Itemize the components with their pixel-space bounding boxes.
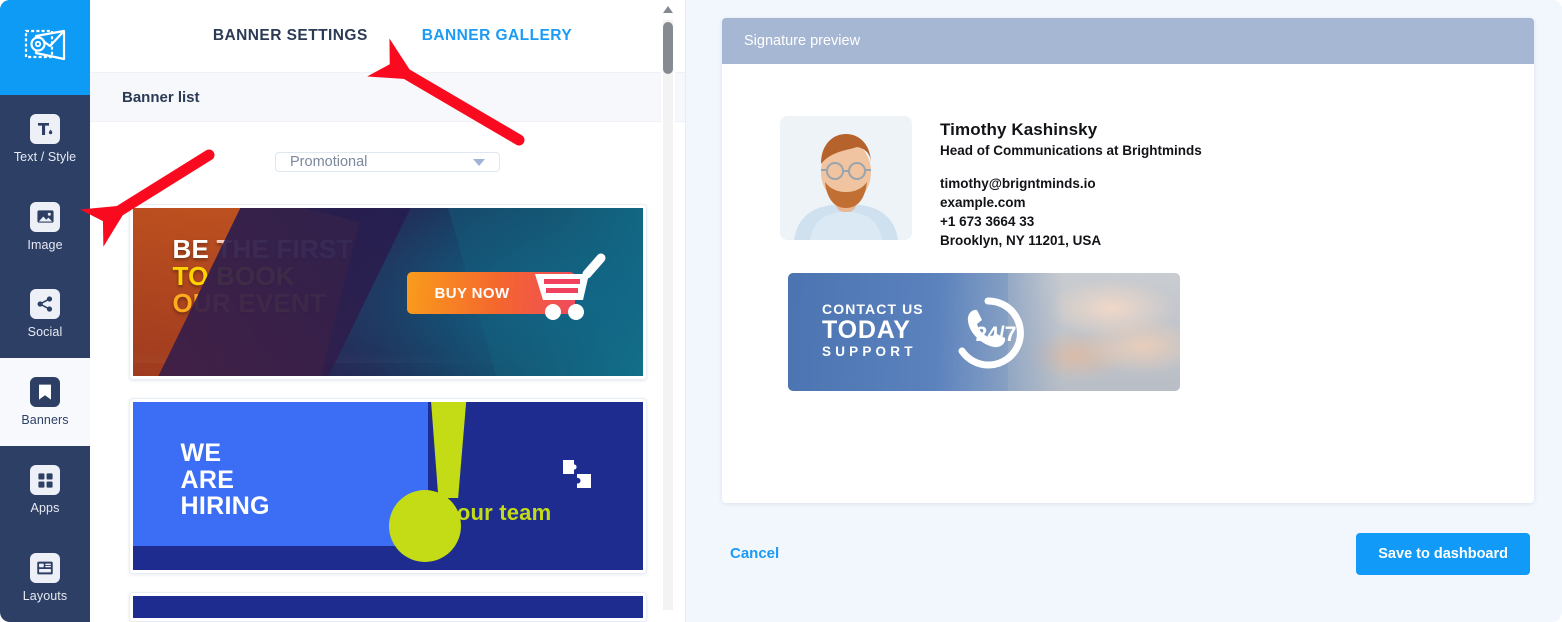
save-to-dashboard-button[interactable]: Save to dashboard [1356, 532, 1530, 575]
layouts-icon [30, 553, 60, 584]
sidebar-item-label: Image [27, 237, 63, 252]
scrollbar-track[interactable] [663, 20, 673, 610]
bookmark-icon [30, 377, 60, 408]
phone-icon: 24/7 [950, 295, 1026, 371]
banner-decoration [430, 402, 467, 498]
scrollbar-thumb[interactable] [663, 22, 673, 74]
banner-cta-label: BUY NOW [434, 284, 510, 302]
banner-item-partial[interactable] [128, 592, 647, 622]
chevron-down-icon [473, 158, 485, 166]
panel-scrollbar[interactable] [661, 6, 675, 616]
preview-actions: Cancel Save to dashboard [722, 503, 1534, 622]
sidebar-item-label: Social [27, 325, 63, 340]
signature-preview-card: Signature preview Timothy Kashinsky Head… [722, 18, 1534, 503]
banner-headline: WE ARE HIRING [181, 440, 270, 520]
share-icon [30, 289, 60, 320]
tab-banner-settings[interactable]: BANNER SETTINGS [213, 27, 368, 45]
signature-banner-line3: SUPPORT [822, 343, 917, 359]
sidebar-item-social[interactable]: Social [0, 270, 90, 358]
banner-headline-line1a: BE [172, 234, 217, 264]
email-stamp-icon [24, 28, 66, 67]
banner-item-we-are-hiring[interactable]: WE ARE HIRING Join our team [128, 398, 647, 574]
signature-banner-line2: TODAY [822, 315, 911, 344]
preview-card-header: Signature preview [722, 18, 1534, 64]
panel-tabs: BANNER SETTINGS BANNER GALLERY [90, 0, 685, 72]
banner-list-header: Banner list [90, 72, 685, 122]
banner-category-select[interactable]: Promotional [275, 152, 500, 172]
support-badge-label: 24/7 [976, 323, 1017, 346]
banner-artwork: WE ARE HIRING Join our team [132, 402, 643, 570]
left-sidebar: Text / Style Image Social Banners Apps L… [0, 0, 90, 622]
sidebar-item-image[interactable]: Image [0, 183, 90, 271]
signature-text-block: Timothy Kashinsky Head of Communications… [940, 116, 1202, 251]
app-logo[interactable] [0, 0, 90, 95]
signature-name: Timothy Kashinsky [940, 120, 1098, 139]
sidebar-item-text-style[interactable]: Text / Style [0, 95, 90, 183]
banner-artwork [132, 596, 643, 618]
signature-body: Timothy Kashinsky Head of Communications… [722, 64, 1534, 503]
banner-headline: BE THE FIRST TO BOOK OUR EVENT [173, 236, 353, 316]
banner-photo [1007, 272, 1180, 391]
text-style-icon [30, 113, 60, 144]
signature-job-title: Head of Communications at Brightminds [940, 143, 1202, 158]
cancel-button[interactable]: Cancel [730, 545, 779, 562]
banner-headline-line2: ARE [180, 465, 235, 494]
sidebar-item-layouts[interactable]: Layouts [0, 534, 90, 622]
signature-banner-text: CONTACT US TODAY SUPPORT [822, 301, 924, 359]
signature-banner-line1: CONTACT US [822, 300, 924, 317]
signature-editor-app: Text / Style Image Social Banners Apps L… [0, 0, 1562, 622]
sidebar-item-label: Text / Style [13, 149, 77, 164]
sidebar-item-label: Banners [21, 413, 69, 428]
avatar [780, 116, 912, 240]
sidebar-item-banners[interactable]: Banners [0, 358, 90, 447]
banner-list-body: Promotional BE THE FIRST TO BOOK OUR EVE… [90, 122, 685, 622]
banner-category-value: Promotional [290, 154, 368, 170]
banner-headline-line1: WE [180, 439, 222, 467]
banner-headline-line1b: THE FIRST [216, 234, 353, 264]
shopping-cart-icon [529, 252, 625, 328]
puzzle-icon [559, 456, 595, 492]
image-icon [30, 201, 60, 232]
scroll-up-arrow-icon[interactable] [663, 6, 673, 13]
sidebar-item-label: Apps [30, 501, 60, 516]
sidebar-item-label: Layouts [22, 589, 68, 604]
banner-decoration [132, 402, 429, 547]
grid-apps-icon [30, 465, 60, 496]
signature-email: timothy@brigntminds.io [940, 176, 1096, 191]
sidebar-item-apps[interactable]: Apps [0, 446, 90, 534]
banner-headline-line3: OUR EVENT [172, 287, 326, 318]
signature-phone: +1 673 3664 33 [940, 214, 1035, 230]
banner-headline-line3: HIRING [180, 492, 270, 520]
signature-website: example.com [940, 195, 1026, 211]
banner-headline-line2: TO BOOK [172, 260, 295, 291]
signature-address: Brooklyn, NY 11201, USA [940, 233, 1102, 249]
preview-title: Signature preview [744, 33, 861, 49]
banner-list-title: Banner list [122, 88, 200, 106]
tab-banner-gallery[interactable]: BANNER GALLERY [422, 27, 572, 45]
signature-contacts: timothy@brigntminds.io example.com +1 67… [940, 174, 1202, 251]
banner-artwork: BE THE FIRST TO BOOK OUR EVENT BUY NOW [132, 208, 643, 376]
banner-gallery-panel: BANNER SETTINGS BANNER GALLERY Banner li… [90, 0, 686, 622]
banner-item-be-the-first[interactable]: BE THE FIRST TO BOOK OUR EVENT BUY NOW [128, 204, 647, 380]
signature-banner[interactable]: CONTACT US TODAY SUPPORT 24/7 [788, 272, 1180, 391]
preview-panel: Signature preview Timothy Kashinsky Head… [686, 0, 1562, 622]
banner-cta-label: Join our team [404, 500, 552, 525]
